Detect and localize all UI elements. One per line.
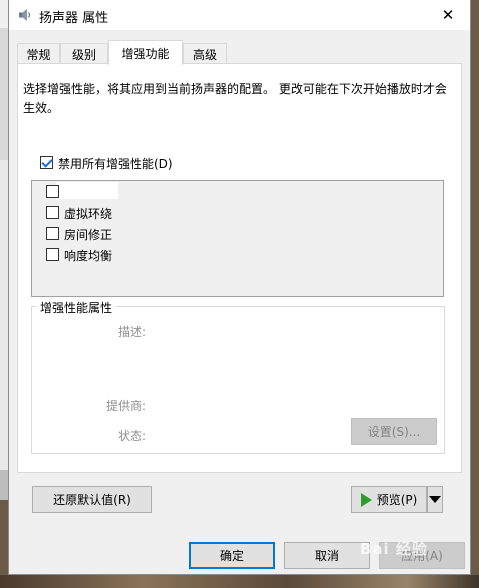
background-window-left [0,0,8,588]
tab-enhancements[interactable]: 增强功能 [108,40,183,65]
desktop-background [0,575,479,588]
watermark-text: Bai 经验 [360,540,428,558]
settings-button[interactable]: 设置(S)... [351,418,437,445]
room-correction-checkbox[interactable] [46,227,59,240]
close-button[interactable]: ✕ [426,0,470,30]
description-label: 描述: [117,325,146,339]
virtual-surround-label: 虚拟环绕 [64,207,113,221]
disable-all-label: 禁用所有增强性能(D) [58,157,173,171]
list-item-blank-label [56,182,118,199]
disable-all-checkbox[interactable] [40,156,53,169]
close-icon: ✕ [441,6,455,24]
title-bar: 扬声器 属性 ✕ [9,0,470,30]
speaker-icon [19,9,31,21]
status-label: 状态: [117,429,146,443]
loudness-equalization-label: 响度均衡 [64,249,113,263]
enhancements-description: 选择增强性能，将其应用到当前扬声器的配置。 更改可能在下次开始播放时才会生效。 [23,82,447,115]
enhancement-properties-title: 增强性能属性 [37,299,116,316]
restore-defaults-button[interactable]: 还原默认值(R) [32,486,152,513]
loudness-equalization-checkbox[interactable] [46,248,59,261]
preview-dropdown-arrow[interactable] [427,486,443,513]
virtual-surround-checkbox[interactable] [46,206,59,219]
window-title: 扬声器 属性 [39,11,109,26]
preview-button[interactable]: 预览(P) [351,486,427,513]
play-icon [360,492,372,507]
tab-advanced[interactable]: 高级 [183,43,227,64]
tab-levels[interactable]: 级别 [60,43,108,64]
tab-general[interactable]: 常规 [17,43,60,64]
ok-button[interactable]: 确定 [189,542,275,569]
provider-label: 提供商: [105,399,146,413]
enhancement-checkbox-1[interactable] [46,185,59,198]
room-correction-label: 房间修正 [64,228,113,242]
cancel-button[interactable]: 取消 [284,542,370,569]
